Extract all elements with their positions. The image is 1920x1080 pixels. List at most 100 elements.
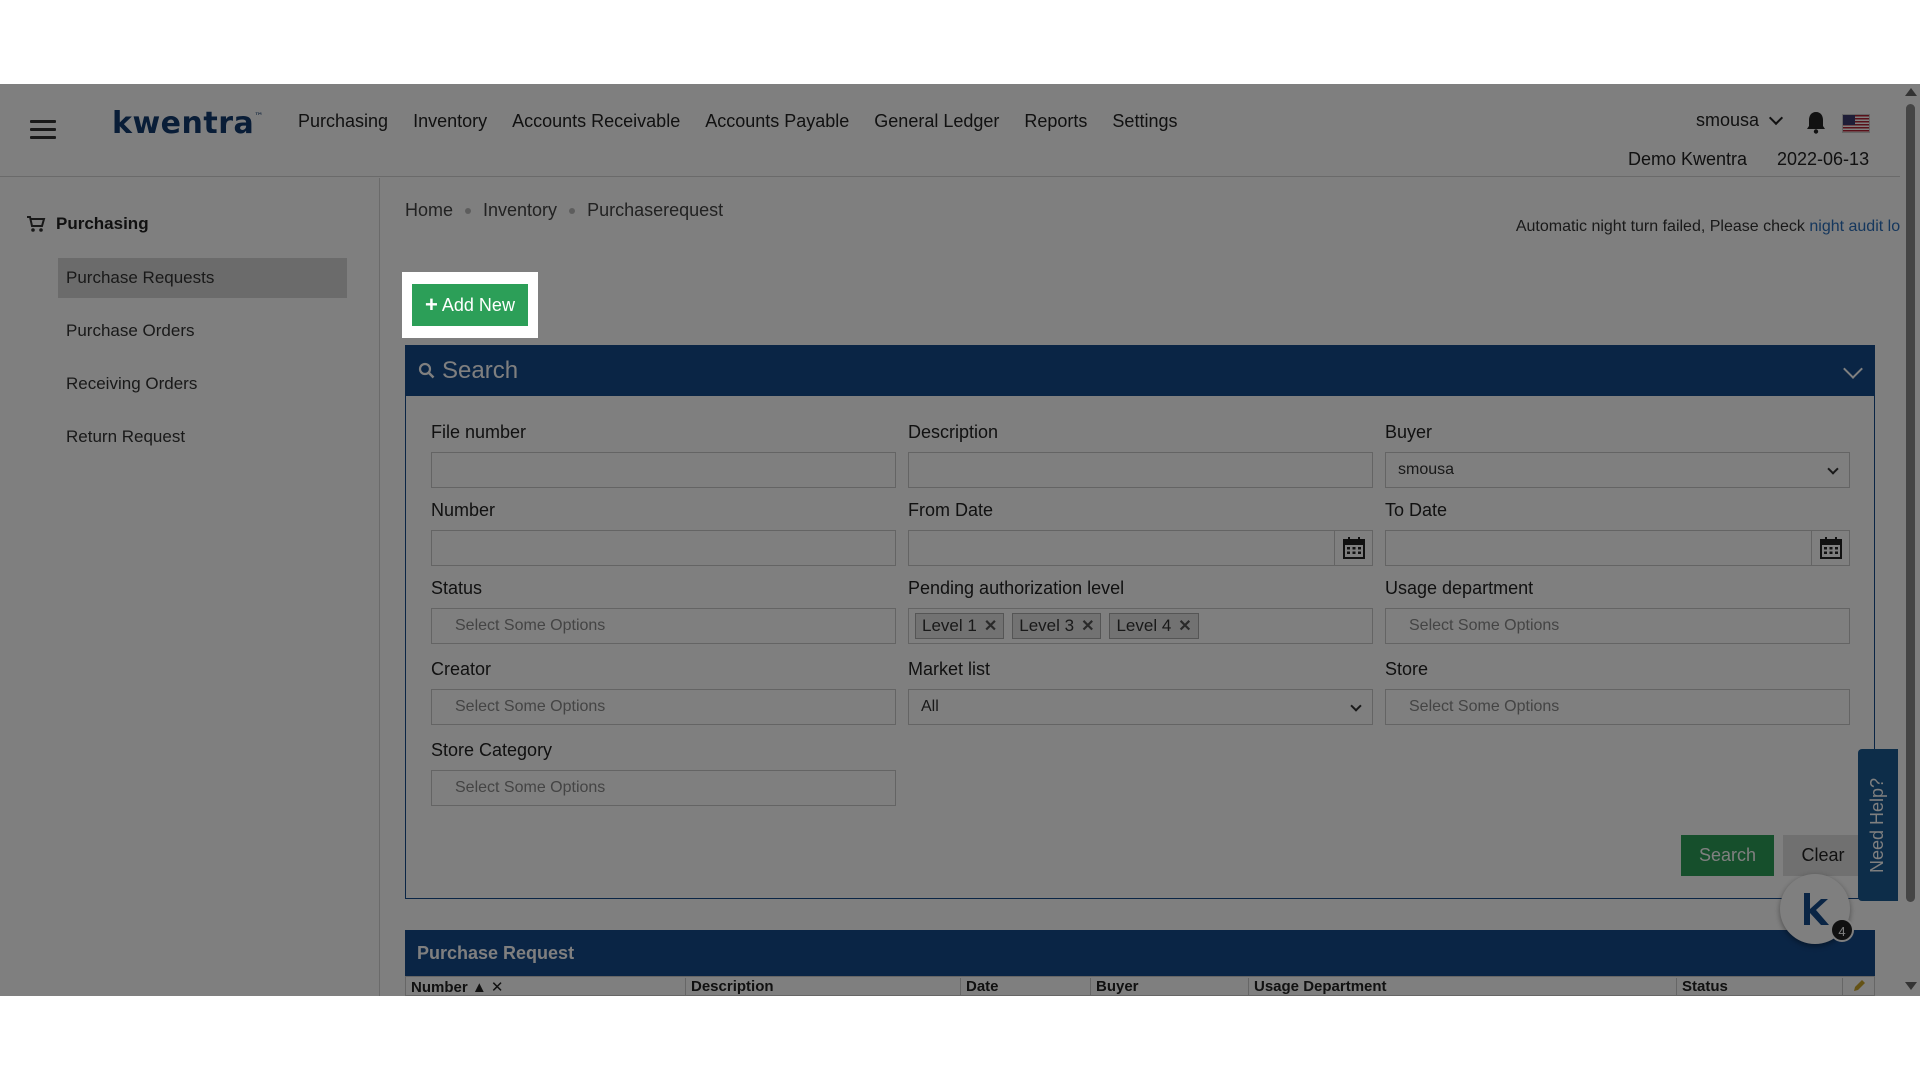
status-multiselect[interactable]: Select Some Options <box>431 608 896 644</box>
nav-accounts-payable[interactable]: Accounts Payable <box>705 111 849 132</box>
status-label: Status <box>431 578 483 598</box>
breadcrumb-home[interactable]: Home <box>405 200 453 221</box>
edit-columns-icon[interactable] <box>1852 979 1866 993</box>
number-input[interactable] <box>431 530 896 566</box>
sidebar-item-receiving-orders[interactable]: Receiving Orders <box>58 364 347 404</box>
store-field: Store Select Some Options <box>1385 659 1850 725</box>
scroll-down-arrow-icon[interactable] <box>1905 982 1917 990</box>
to-date-field: To Date <box>1385 500 1850 566</box>
main-content: Home Inventory Purchaserequest Automatic… <box>381 178 1909 996</box>
file-number-input[interactable] <box>431 452 896 488</box>
market-list-label: Market list <box>908 659 991 679</box>
search-panel-header[interactable]: Search <box>406 346 1874 396</box>
usage-department-multiselect[interactable]: Select Some Options <box>1385 608 1850 644</box>
chat-widget-button[interactable]: 4 <box>1780 874 1854 944</box>
usage-department-label: Usage department <box>1385 578 1534 598</box>
add-new-label: Add New <box>441 294 515 315</box>
plus-icon: + <box>425 292 438 317</box>
remove-tag-icon[interactable]: ✕ <box>1178 616 1191 636</box>
sidebar-section-label: Purchasing <box>56 214 149 233</box>
add-new-button[interactable]: + Add New <box>412 284 528 326</box>
nav-reports[interactable]: Reports <box>1024 111 1087 132</box>
clear-button[interactable]: Clear <box>1783 835 1863 876</box>
pending-authorization-level-field: Pending authorization level Level 1 ✕ Lev… <box>908 578 1373 644</box>
remove-tag-icon[interactable]: ✕ <box>984 616 997 636</box>
cart-icon <box>27 216 46 232</box>
status-field: Status Select Some Options <box>431 578 896 644</box>
buyer-field: Buyer smousa <box>1385 422 1850 488</box>
description-input[interactable] <box>908 452 1373 488</box>
pending-authorization-level-multiselect[interactable]: Level 1 ✕ Level 3 ✕ Level 4 ✕ <box>908 608 1373 644</box>
nav-inventory[interactable]: Inventory <box>413 111 487 132</box>
need-help-label: Need Help? <box>1867 777 1888 873</box>
from-date-calendar-button[interactable] <box>1334 531 1372 565</box>
description-field: Description <box>908 422 1373 488</box>
column-number[interactable]: Number ▲ ✕ <box>406 978 686 995</box>
column-date[interactable]: Date <box>961 978 1091 995</box>
file-number-field: File number <box>431 422 896 488</box>
store-multiselect[interactable]: Select Some Options <box>1385 689 1850 725</box>
kwentra-logo[interactable]: kwentra™ <box>112 106 264 141</box>
nav-accounts-receivable[interactable]: Accounts Receivable <box>512 111 680 132</box>
creator-label: Creator <box>431 659 492 679</box>
store-category-multiselect[interactable]: Select Some Options <box>431 770 896 806</box>
nav-general-ledger[interactable]: General Ledger <box>874 111 999 132</box>
app-window: kwentra™ Purchasing Inventory Accounts R… <box>0 84 1920 996</box>
chevron-down-icon[interactable] <box>1843 359 1863 379</box>
kwentra-k-icon <box>1804 893 1829 925</box>
market-list-field: Market list All <box>908 659 1373 725</box>
user-menu[interactable]: smousa <box>1696 110 1784 131</box>
sidebar: Purchasing Purchase Requests Purchase Or… <box>0 178 380 996</box>
sidebar-section-purchasing[interactable]: Purchasing <box>26 214 149 234</box>
creator-field: Creator Select Some Options <box>431 659 896 725</box>
column-usage-department[interactable]: Usage Department <box>1249 978 1677 995</box>
market-list-select[interactable]: All <box>908 689 1373 725</box>
breadcrumb-separator <box>465 207 472 214</box>
us-flag-icon[interactable] <box>1842 114 1870 133</box>
from-date-label: From Date <box>908 500 994 520</box>
results-header: Purchase Request <box>405 930 1875 976</box>
hamburger-menu-icon[interactable] <box>30 120 56 140</box>
search-panel: Search File number Description Buyer smo… <box>405 345 1875 899</box>
nav-purchasing[interactable]: Purchasing <box>298 111 388 132</box>
level-tag: Level 4 ✕ <box>1109 613 1199 639</box>
column-description[interactable]: Description <box>686 978 961 995</box>
remove-tag-icon[interactable]: ✕ <box>1081 616 1094 636</box>
number-field: Number <box>431 500 896 566</box>
nav-settings[interactable]: Settings <box>1112 111 1177 132</box>
buyer-select[interactable]: smousa <box>1385 452 1850 488</box>
page-scrollbar[interactable] <box>1900 84 1920 996</box>
company-name: Demo Kwentra <box>1628 149 1748 169</box>
breadcrumb-separator <box>569 207 576 214</box>
calendar-icon <box>1819 537 1842 559</box>
night-audit-log-link[interactable]: night audit log <box>1809 218 1909 235</box>
from-date-input[interactable] <box>908 530 1373 566</box>
store-category-field: Store Category Select Some Options <box>431 740 896 806</box>
to-date-calendar-button[interactable] <box>1811 531 1849 565</box>
scroll-up-arrow-icon[interactable] <box>1905 88 1917 96</box>
notification-bell-icon[interactable] <box>1805 110 1827 134</box>
chevron-down-icon <box>1350 700 1362 712</box>
to-date-input[interactable] <box>1385 530 1850 566</box>
username: smousa <box>1696 110 1760 130</box>
creator-multiselect[interactable]: Select Some Options <box>431 689 896 725</box>
from-date-field: From Date <box>908 500 1373 566</box>
scrollbar-thumb[interactable] <box>1906 104 1915 902</box>
search-button[interactable]: Search <box>1681 835 1774 876</box>
sidebar-item-return-request[interactable]: Return Request <box>58 417 347 457</box>
chevron-down-icon <box>1827 463 1839 475</box>
need-help-tab[interactable]: Need Help? <box>1858 749 1898 901</box>
column-buyer[interactable]: Buyer <box>1091 978 1249 995</box>
search-panel-title: Search <box>442 357 519 384</box>
sidebar-item-purchase-orders[interactable]: Purchase Orders <box>58 311 347 351</box>
night-audit-text: Automatic night turn failed, Please chec… <box>1515 218 1810 235</box>
buyer-selected-value: smousa <box>1398 461 1455 478</box>
sidebar-item-purchase-requests[interactable]: Purchase Requests <box>58 258 347 298</box>
breadcrumb: Home Inventory Purchaserequest <box>405 200 723 221</box>
description-label: Description <box>908 422 999 442</box>
level-tag: Level 1 ✕ <box>915 613 1005 639</box>
breadcrumb-inventory[interactable]: Inventory <box>483 200 557 221</box>
calendar-icon <box>1342 537 1365 559</box>
market-list-selected-value: All <box>921 698 939 715</box>
column-status[interactable]: Status <box>1677 978 1843 995</box>
